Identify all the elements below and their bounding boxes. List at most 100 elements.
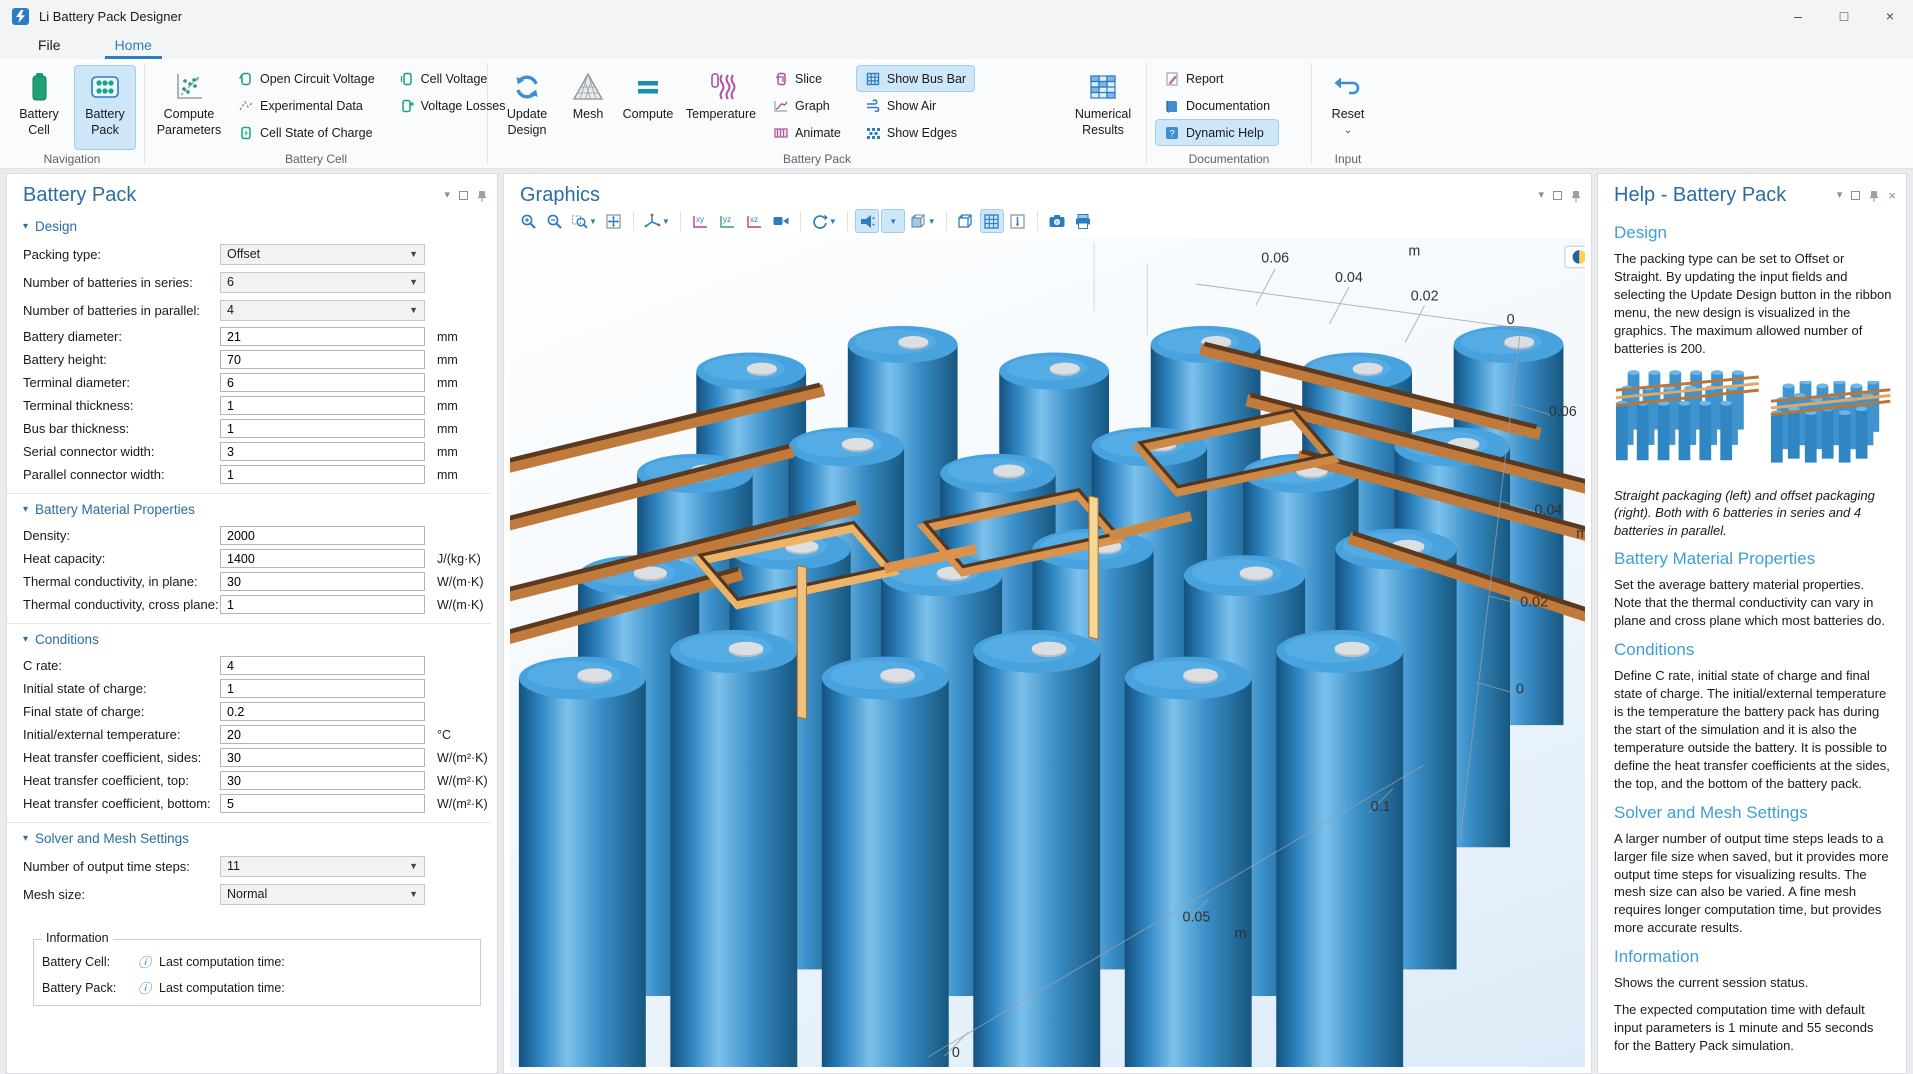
thermal-conductivity-cross-plane-input[interactable] xyxy=(220,595,425,614)
menu-home[interactable]: Home xyxy=(105,34,162,59)
graphics-panel-title: Graphics xyxy=(520,184,600,207)
parallel-connector-width-input[interactable] xyxy=(220,465,425,484)
chevron-down-icon[interactable]: ▾ xyxy=(444,190,450,201)
heat-transfer-coefficient-sides-input[interactable] xyxy=(220,748,425,767)
heat-transfer-coefficient-bottom-input[interactable] xyxy=(220,794,425,813)
menu-file[interactable]: File xyxy=(28,34,71,59)
animate-button[interactable]: Animate xyxy=(764,119,850,146)
minimize-button[interactable]: – xyxy=(1775,0,1821,32)
section-separator xyxy=(7,822,491,823)
info-icon[interactable]: ⓘ xyxy=(138,952,151,971)
ribbon-group-input: Reset ⌄ Input xyxy=(1312,59,1384,168)
wireframe-box-button[interactable] xyxy=(954,209,978,233)
section-heading-design[interactable]: ▾Design xyxy=(23,219,491,234)
terminal-diameter-input[interactable] xyxy=(220,373,425,392)
packing-type-select[interactable]: Offset▼ xyxy=(220,244,425,265)
pin-icon[interactable] xyxy=(1869,190,1879,202)
battery-pack-3d-view: 0.06 0.04 0.02 0 m 0.06 0.04 0.02 0 m 0.… xyxy=(510,238,1585,1067)
c-rate-input[interactable] xyxy=(220,656,425,675)
battery-height-input[interactable] xyxy=(220,350,425,369)
axis-orientation-button[interactable] xyxy=(1006,209,1030,233)
initial-external-temperature-input[interactable] xyxy=(220,725,425,744)
straight-packaging-image xyxy=(1614,367,1761,479)
field-label: Terminal diameter: xyxy=(23,375,220,390)
view-options-button[interactable]: ▼ xyxy=(907,209,939,233)
view-xy-button[interactable]: xy xyxy=(688,209,713,233)
help-heading-solver-and-mesh-settings: Solver and Mesh Settings xyxy=(1614,803,1892,823)
dynamic-help-button[interactable]: ? Dynamic Help xyxy=(1155,119,1279,146)
cell-state-of-charge-button[interactable]: Cell State of Charge xyxy=(229,119,384,146)
zoom-in-button[interactable] xyxy=(516,209,540,233)
final-state-of-charge-input[interactable] xyxy=(220,702,425,721)
heat-capacity-input[interactable] xyxy=(220,549,425,568)
reset-button[interactable]: Reset ⌄ xyxy=(1320,65,1376,150)
svg-text:0.06: 0.06 xyxy=(1549,404,1577,420)
thermal-conductivity-in-plane-input[interactable] xyxy=(220,572,425,591)
orientation-axes-button[interactable]: ▼ xyxy=(641,209,673,233)
maximize-button[interactable]: □ xyxy=(1821,0,1867,32)
mesh-size-select[interactable]: Normal▼ xyxy=(220,884,425,905)
report-button[interactable]: Report xyxy=(1155,65,1279,92)
close-button[interactable]: × xyxy=(1867,0,1913,32)
pin-icon[interactable] xyxy=(1571,190,1581,202)
scene-light-button[interactable] xyxy=(855,209,879,233)
view-yz-button[interactable]: yz xyxy=(715,209,740,233)
battery-pack-button[interactable]: Battery Pack xyxy=(74,65,136,150)
compute-button[interactable]: Compute xyxy=(618,65,678,150)
svg-text:yz: yz xyxy=(723,215,731,224)
info-icon[interactable]: ⓘ xyxy=(138,978,151,997)
zoom-extents-button[interactable] xyxy=(602,209,626,233)
open-circuit-voltage-button[interactable]: Open Circuit Voltage xyxy=(229,65,384,92)
number-of-batteries-in-series-select[interactable]: 6▼ xyxy=(220,272,425,293)
float-window-icon[interactable] xyxy=(459,191,468,200)
density-input[interactable] xyxy=(220,526,425,545)
comsol-logo-button[interactable] xyxy=(1565,246,1585,267)
close-icon[interactable]: × xyxy=(1888,189,1896,202)
mesh-button[interactable]: Mesh xyxy=(562,65,614,150)
scene-light-menu-button[interactable]: ▼ xyxy=(881,209,905,233)
battery-cell-button[interactable]: Battery Cell xyxy=(8,65,70,150)
print-button[interactable] xyxy=(1071,209,1095,233)
information-legend: Information xyxy=(42,931,113,945)
view-xz-button[interactable]: xz xyxy=(742,209,767,233)
terminal-thickness-input[interactable] xyxy=(220,396,425,415)
documentation-button[interactable]: Documentation xyxy=(1155,92,1279,119)
float-window-icon[interactable] xyxy=(1553,191,1562,200)
numerical-results-button[interactable]: Numerical Results xyxy=(1068,65,1138,150)
show-air-button[interactable]: Show Air xyxy=(856,92,975,119)
experimental-data-button[interactable]: Experimental Data xyxy=(229,92,384,119)
section-heading-solver-and-mesh-settings[interactable]: ▾Solver and Mesh Settings xyxy=(23,831,491,846)
grid-button[interactable] xyxy=(980,209,1004,233)
graph-button[interactable]: Graph xyxy=(764,92,850,119)
battery-diameter-input[interactable] xyxy=(220,327,425,346)
section-heading-battery-material-properties[interactable]: ▾Battery Material Properties xyxy=(23,502,491,517)
field-row: C rate: xyxy=(23,656,491,675)
graphics-canvas[interactable]: 0.06 0.04 0.02 0 m 0.06 0.04 0.02 0 m 0.… xyxy=(510,238,1585,1067)
field-row: Battery height:mm xyxy=(23,350,491,369)
number-of-output-time-steps-select[interactable]: 11▼ xyxy=(220,856,425,877)
chevron-down-icon[interactable]: ▾ xyxy=(1837,190,1843,201)
select-value: 6 xyxy=(227,275,234,289)
settings-panel-title: Battery Pack xyxy=(23,184,136,207)
zoom-out-button[interactable] xyxy=(542,209,566,233)
pin-icon[interactable] xyxy=(477,190,487,202)
zoom-box-button[interactable]: ▼ xyxy=(568,209,600,233)
compute-parameters-button[interactable]: Compute Parameters xyxy=(153,65,225,150)
snapshot-camera-button[interactable] xyxy=(1045,209,1069,233)
serial-connector-width-input[interactable] xyxy=(220,442,425,461)
initial-state-of-charge-input[interactable] xyxy=(220,679,425,698)
heat-transfer-coefficient-top-input[interactable] xyxy=(220,771,425,790)
field-row: Packing type:Offset▼ xyxy=(23,243,491,265)
slice-button[interactable]: Slice xyxy=(764,65,850,92)
temperature-button[interactable]: Temperature xyxy=(682,65,760,150)
section-heading-conditions[interactable]: ▾Conditions xyxy=(23,632,491,647)
show-edges-button[interactable]: Show Edges xyxy=(856,119,975,146)
show-bus-bar-button[interactable]: Show Bus Bar xyxy=(856,65,975,92)
bus-bar-thickness-input[interactable] xyxy=(220,419,425,438)
float-window-icon[interactable] xyxy=(1851,191,1860,200)
number-of-batteries-in-parallel-select[interactable]: 4▼ xyxy=(220,300,425,321)
rotate-button[interactable]: ▼ xyxy=(808,209,840,233)
scene-camera-button[interactable] xyxy=(769,209,793,233)
update-design-button[interactable]: Update Design xyxy=(496,65,558,150)
chevron-down-icon[interactable]: ▾ xyxy=(1538,190,1544,201)
